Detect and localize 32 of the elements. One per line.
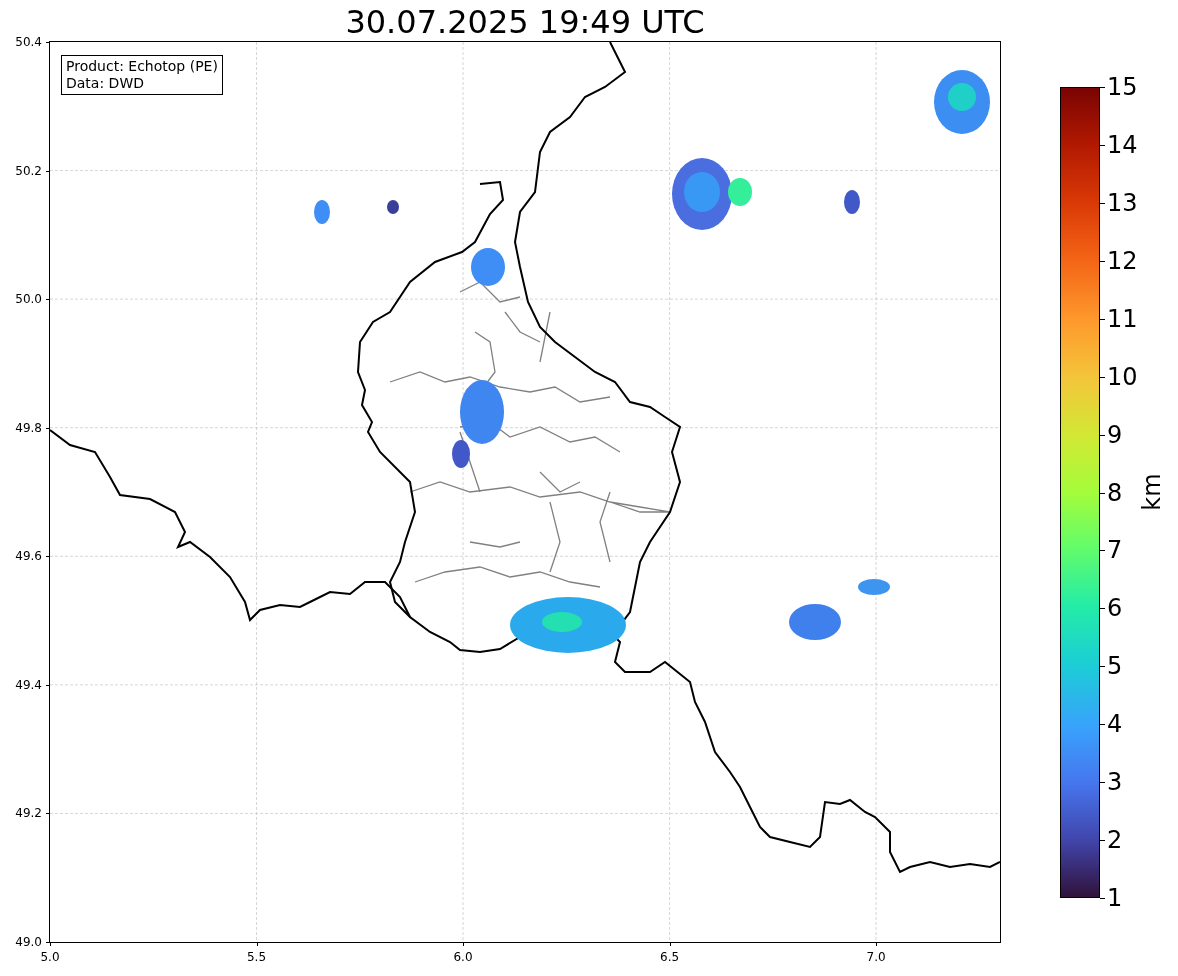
colorbar-tick-label: 6	[1107, 595, 1123, 622]
axis-tick-label: 6.0	[453, 950, 473, 964]
chart-title: 30.07.2025 19:49 UTC	[344, 2, 706, 42]
colorbar-tick-label: 12	[1107, 247, 1138, 274]
axis-tick-label: 49.2	[15, 806, 42, 821]
axis-tick-label: 49.0	[15, 935, 42, 949]
colorbar-tick-label: 5	[1107, 653, 1123, 680]
colorbar-tick-label: 8	[1107, 479, 1123, 506]
axis-tick-label: 50.0	[15, 292, 42, 307]
legend-text: Product: Echotop (PE)	[66, 58, 218, 75]
axis-tick-label: 50.4	[15, 35, 42, 49]
axis-tick-label: 50.2	[15, 163, 42, 178]
axis-tick-label: 49.8	[15, 420, 42, 435]
axis-tick-label: 6.5	[660, 950, 680, 964]
legend-text: Data: DWD	[66, 75, 145, 92]
axis-tick-label: 5.5	[246, 950, 267, 964]
axis-tick-label: 7.0	[866, 950, 886, 964]
colorbar-tick-label: 1	[1107, 885, 1123, 911]
colorbar-tick-label: 10	[1107, 363, 1138, 390]
colorbar-tick-label: 7	[1107, 537, 1123, 564]
colorbar-tick-label: 14	[1107, 131, 1138, 158]
colorbar-tick-label: 13	[1107, 189, 1138, 216]
colorbar-tick-label: 9	[1107, 421, 1123, 448]
colorbar-tick-label: 3	[1107, 769, 1123, 796]
axis-tick-label: 5.0	[40, 950, 60, 964]
colorbar-tick-label: 15	[1107, 74, 1138, 100]
colorbar-label: km	[1138, 473, 1166, 511]
axis-tick-label: 49.6	[15, 549, 42, 564]
colorbar-tick-label: 11	[1107, 305, 1138, 332]
colorbar-tick-label: 2	[1107, 827, 1123, 854]
colorbar-tick-label: 4	[1107, 711, 1123, 738]
axis-tick-label: 49.4	[15, 677, 42, 692]
